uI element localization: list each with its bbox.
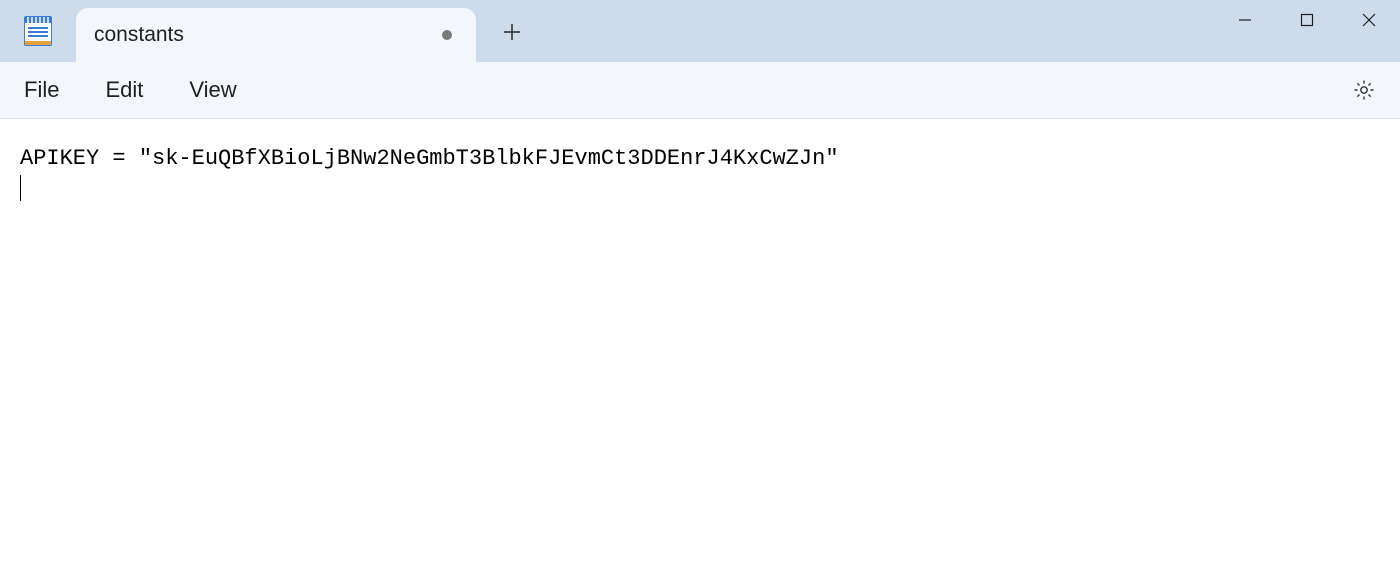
close-icon — [1362, 13, 1376, 27]
minimize-icon — [1238, 13, 1252, 27]
minimize-button[interactable] — [1214, 0, 1276, 40]
tab-title: constants — [94, 23, 442, 47]
editor-content: APIKEY = "sk-EuQBfXBioLjBNw2NeGmbT3BlbkF… — [20, 145, 1380, 174]
menu-edit[interactable]: Edit — [95, 71, 153, 109]
menubar: File Edit View — [0, 62, 1400, 119]
app-icon-container — [0, 0, 76, 62]
maximize-icon — [1300, 13, 1314, 27]
notepad-icon — [24, 16, 52, 46]
maximize-button[interactable] — [1276, 0, 1338, 40]
titlebar: constants — [0, 0, 1400, 62]
window-controls — [1214, 0, 1400, 40]
settings-button[interactable] — [1346, 72, 1382, 108]
plus-icon — [503, 20, 521, 48]
new-tab-button[interactable] — [488, 10, 536, 58]
gear-icon — [1352, 78, 1376, 102]
menu-file[interactable]: File — [14, 71, 69, 109]
editor-area[interactable]: APIKEY = "sk-EuQBfXBioLjBNw2NeGmbT3BlbkF… — [0, 119, 1400, 585]
tab-constants[interactable]: constants — [76, 8, 476, 62]
text-caret — [20, 175, 21, 201]
menu-view[interactable]: View — [179, 71, 246, 109]
modified-indicator-icon — [442, 30, 452, 40]
close-button[interactable] — [1338, 0, 1400, 40]
